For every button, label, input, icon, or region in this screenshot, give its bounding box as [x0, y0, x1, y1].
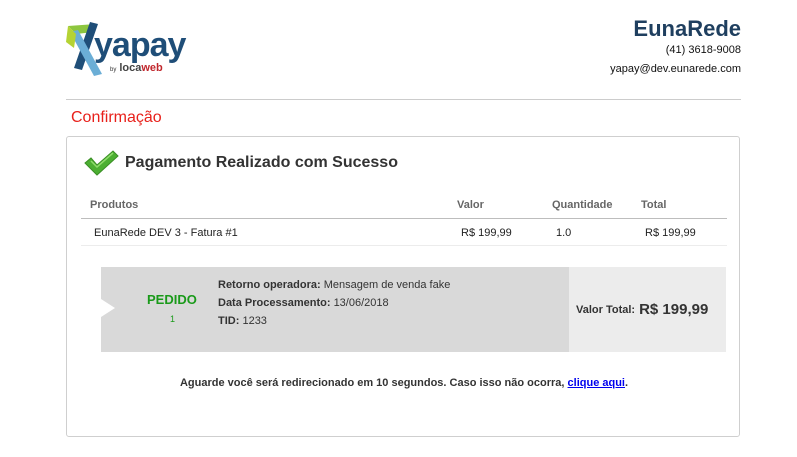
header-total: Total	[641, 199, 667, 211]
status-label: PEDIDO	[147, 292, 197, 307]
company-name: EunaRede	[633, 16, 741, 41]
table-row-divider	[81, 245, 727, 246]
cell-produto: EunaRede DEV 3 - Fatura #1	[94, 227, 238, 239]
company-phone: (41) 3618-9008	[665, 44, 741, 56]
tid-value: 1233	[242, 315, 267, 327]
header-valor: Valor	[457, 199, 484, 211]
header-quantidade: Quantidade	[552, 199, 613, 211]
status-notch	[101, 299, 115, 317]
status-number: 1	[170, 314, 176, 324]
retorno-label: Retorno operadora:	[218, 279, 321, 291]
order-status-box: PEDIDO 1 Retorno operadora: Mensagem de …	[101, 267, 569, 352]
redirect-message: Aguarde você será redirecionado em 10 se…	[67, 377, 741, 389]
tid-label: TID:	[218, 315, 240, 327]
retorno-value: Mensagem de venda fake	[323, 279, 451, 291]
logo-subtitle: by locaweb	[110, 62, 163, 74]
company-info: EunaRede (41) 3618-9008 yapay@dev.eunare…	[610, 16, 741, 76]
total-box: Valor Total: R$ 199,99	[569, 267, 726, 352]
logo-text: yapay	[94, 26, 186, 64]
check-icon	[84, 150, 119, 176]
cell-quantidade: 1.0	[556, 227, 572, 239]
company-email: yapay@dev.eunarede.com	[610, 63, 741, 75]
data-processamento: Data Processamento: 13/06/2018	[218, 297, 389, 309]
redirect-text: Aguarde você será redirecionado em 10 se…	[179, 377, 565, 389]
header-produtos: Produtos	[90, 199, 139, 211]
cell-total: R$ 199,99	[645, 227, 696, 239]
data-label: Data Processamento:	[218, 297, 331, 309]
logo-by: by	[110, 67, 117, 73]
cell-valor: R$ 199,99	[461, 227, 512, 239]
confirmation-panel: Pagamento Realizado com Sucesso Produtos…	[66, 136, 740, 437]
total-label: Valor Total:	[576, 303, 636, 316]
tid: TID: 1233	[218, 315, 267, 327]
table-header-divider	[81, 218, 727, 219]
success-header: Pagamento Realizado com Sucesso	[83, 149, 398, 177]
total-value: R$ 199,99	[639, 301, 709, 318]
logo-sub-b: web	[141, 62, 163, 74]
success-title: Pagamento Realizado com Sucesso	[125, 154, 398, 171]
retorno-operadora: Retorno operadora: Mensagem de venda fak…	[218, 279, 450, 291]
redirect-suffix: .	[625, 377, 629, 389]
logo-sub-a: loca	[119, 62, 142, 74]
header-divider	[66, 99, 741, 100]
section-title: Confirmação	[71, 109, 162, 126]
redirect-link[interactable]: clique aqui	[568, 377, 625, 389]
data-value: 13/06/2018	[333, 297, 389, 309]
